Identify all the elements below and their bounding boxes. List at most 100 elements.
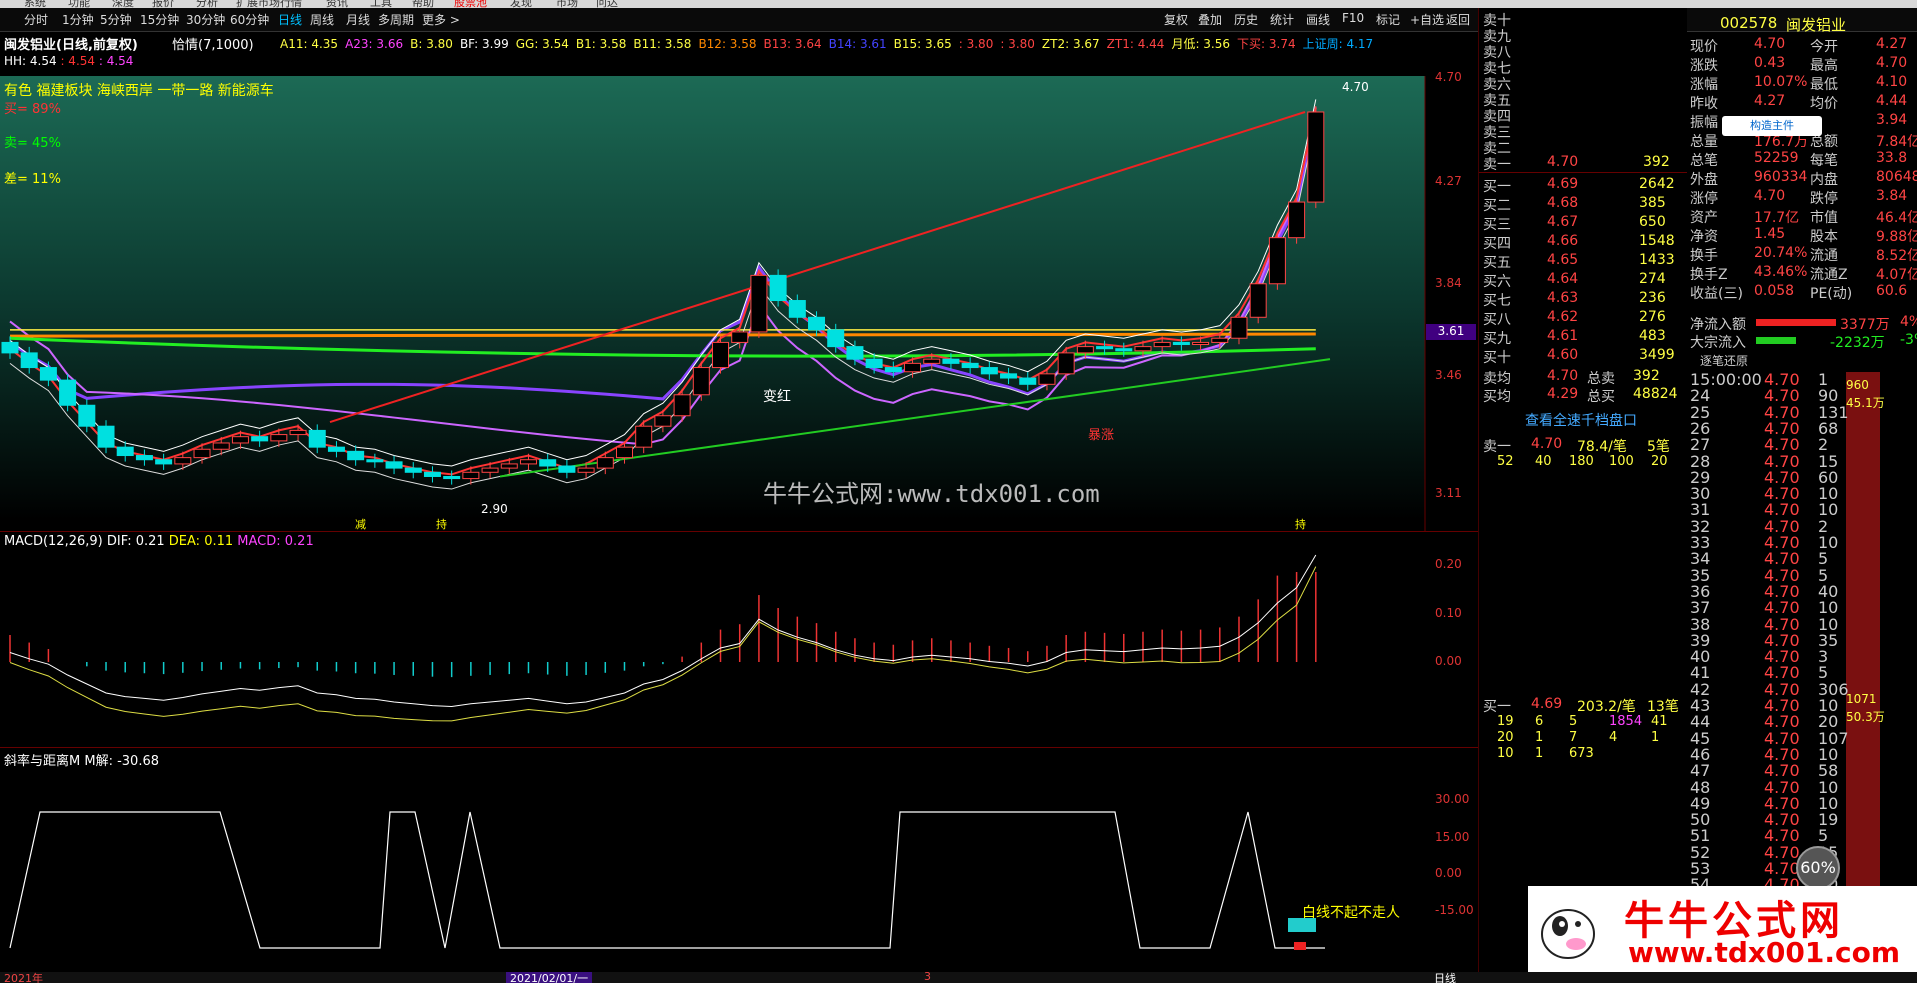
indicator-value: B14: 3.61: [828, 37, 887, 51]
bid-price: 4.61: [1547, 328, 1579, 344]
period-2[interactable]: 5分钟: [100, 11, 132, 28]
period-0[interactable]: 分时: [24, 11, 48, 28]
bid-price: 4.68: [1547, 195, 1579, 211]
macd-y-3: 0.00: [1435, 654, 1462, 668]
bottom-tab-bar: 2021年 2021/02/01/一 3 日线: [0, 972, 1917, 983]
bid-row[interactable]: 买二 4.68 385: [1483, 195, 1683, 214]
kline-chart[interactable]: [0, 76, 1478, 531]
candle: [347, 450, 365, 461]
info-value: 4.70: [1754, 188, 1786, 204]
candle: [97, 425, 115, 448]
bid-price: 4.69: [1547, 176, 1579, 192]
tool-1[interactable]: 叠加: [1198, 11, 1222, 28]
progress-badge[interactable]: 60%: [1796, 846, 1840, 890]
info-label: 均价: [1810, 96, 1838, 112]
candle: [1230, 316, 1248, 339]
tool-2[interactable]: 历史: [1234, 11, 1258, 28]
candle: [1192, 341, 1210, 346]
bid-volume: 1548: [1639, 233, 1675, 249]
bid-row[interactable]: 买八 4.62 276: [1483, 309, 1683, 328]
indicator-value: B: 3.80: [410, 37, 453, 51]
indicator-values: A11: 4.35 A23: 3.66 B: 3.80 BF: 3.99 GG: 3.5…: [280, 35, 1380, 52]
period-4[interactable]: 30分钟: [186, 11, 225, 28]
period-5[interactable]: 60分钟: [230, 11, 269, 28]
info-value: 20.74%: [1754, 245, 1808, 261]
info-value: 17.7亿: [1754, 210, 1800, 226]
sell1-qty: 180: [1569, 454, 1594, 469]
bid-row[interactable]: 买五 4.65 1433: [1483, 252, 1683, 271]
block-inflow-pct: -3%: [1900, 332, 1917, 348]
candle: [846, 346, 864, 360]
info-value: 46.4亿: [1876, 210, 1917, 226]
bid-price: 4.63: [1547, 290, 1579, 306]
ask-row[interactable]: 卖一 4.70 392: [1483, 154, 1683, 173]
info-value: 1.45: [1754, 226, 1786, 242]
info-value: 33.8: [1876, 150, 1908, 166]
candle: [558, 465, 576, 473]
buy1-count: 13笔: [1647, 699, 1679, 715]
period-3[interactable]: 15分钟: [140, 11, 179, 28]
bid-row[interactable]: 买三 4.67 650: [1483, 214, 1683, 233]
jian-label: 减: [355, 518, 366, 531]
full-depth-link[interactable]: 查看全速千档盘口: [1525, 410, 1637, 430]
buy1-qty: 4: [1609, 730, 1618, 745]
candle: [1115, 348, 1133, 352]
period-label[interactable]: 日线: [1434, 972, 1456, 983]
tick-row: 24 4.70 90: [1686, 386, 1917, 405]
tick-row: 48 4.70 10: [1686, 778, 1917, 797]
macd-label[interactable]: MACD(12,26,9): [4, 534, 103, 549]
buy1-qty: 1854: [1609, 714, 1643, 729]
macd-dif: DIF: 0.21: [106, 534, 165, 549]
period-7[interactable]: 周线: [310, 11, 334, 28]
info-value: 3.84: [1876, 188, 1908, 204]
tick-row: 35 4.70 5: [1686, 566, 1917, 585]
tool-3[interactable]: 统计: [1270, 11, 1294, 28]
bid-row[interactable]: 买十 4.60 3499: [1483, 347, 1683, 366]
candle: [231, 436, 249, 444]
bid-volume: 276: [1639, 309, 1666, 325]
slope-chart[interactable]: [0, 766, 1425, 972]
tool-4[interactable]: 画线: [1306, 11, 1330, 28]
tool-7[interactable]: +自选: [1410, 11, 1444, 28]
bid-price: 4.65: [1547, 252, 1579, 268]
tick-row: 45 4.70 107: [1686, 729, 1917, 748]
info-label: 股本: [1810, 229, 1838, 245]
diff-ratio: 差= 11%: [4, 172, 61, 187]
candle: [39, 367, 57, 381]
buy1-qty: 41: [1651, 714, 1668, 729]
tool-8[interactable]: 返回: [1446, 11, 1470, 28]
period-8[interactable]: 月线: [346, 11, 370, 28]
tool-5[interactable]: F10: [1342, 11, 1364, 25]
popup-button[interactable]: 构造主件: [1722, 116, 1822, 136]
bid-row[interactable]: 买四 4.66 1548: [1483, 233, 1683, 252]
chart-header: 闽发铝业(日线,前复权) 恰情(7,1000) A11: 4.35 A23: 3.…: [0, 32, 1420, 53]
ticks-title[interactable]: 逐笔还原: [1700, 352, 1748, 369]
tick-row: 15:00:00 4.70 1: [1686, 370, 1917, 389]
tool-0[interactable]: 复权: [1164, 11, 1188, 28]
candle: [904, 362, 922, 373]
period-10[interactable]: 更多 >: [422, 11, 460, 28]
indicator-value: B11: 3.58: [633, 37, 692, 51]
sector-tags: 有色 福建板块 海峡西岸 一带一路 新能源车: [4, 83, 274, 99]
tool-6[interactable]: 标记: [1376, 11, 1400, 28]
indicator-name[interactable]: 恰情(7,1000): [172, 34, 254, 53]
bid-row[interactable]: 买一 4.69 2642: [1483, 176, 1683, 195]
candle: [1038, 373, 1056, 385]
candle: [692, 367, 710, 396]
ask-volume: 392: [1643, 154, 1670, 170]
candle: [423, 471, 441, 477]
bid-row[interactable]: 买九 4.61 483: [1483, 328, 1683, 347]
baozhang-label: 暴涨: [1088, 428, 1115, 443]
period-1[interactable]: 1分钟: [62, 11, 94, 28]
divider: [1479, 172, 1687, 173]
candle: [404, 467, 422, 473]
macd-chart[interactable]: [0, 550, 1425, 745]
indicator-value: B15: 3.65: [893, 37, 952, 51]
candle: [443, 475, 461, 480]
bid-row[interactable]: 买七 4.63 236: [1483, 290, 1683, 309]
period-6[interactable]: 日线: [278, 11, 302, 28]
period-9[interactable]: 多周期: [378, 11, 414, 28]
candle: [327, 446, 345, 452]
candle: [135, 455, 153, 461]
bid-row[interactable]: 买六 4.64 274: [1483, 271, 1683, 290]
